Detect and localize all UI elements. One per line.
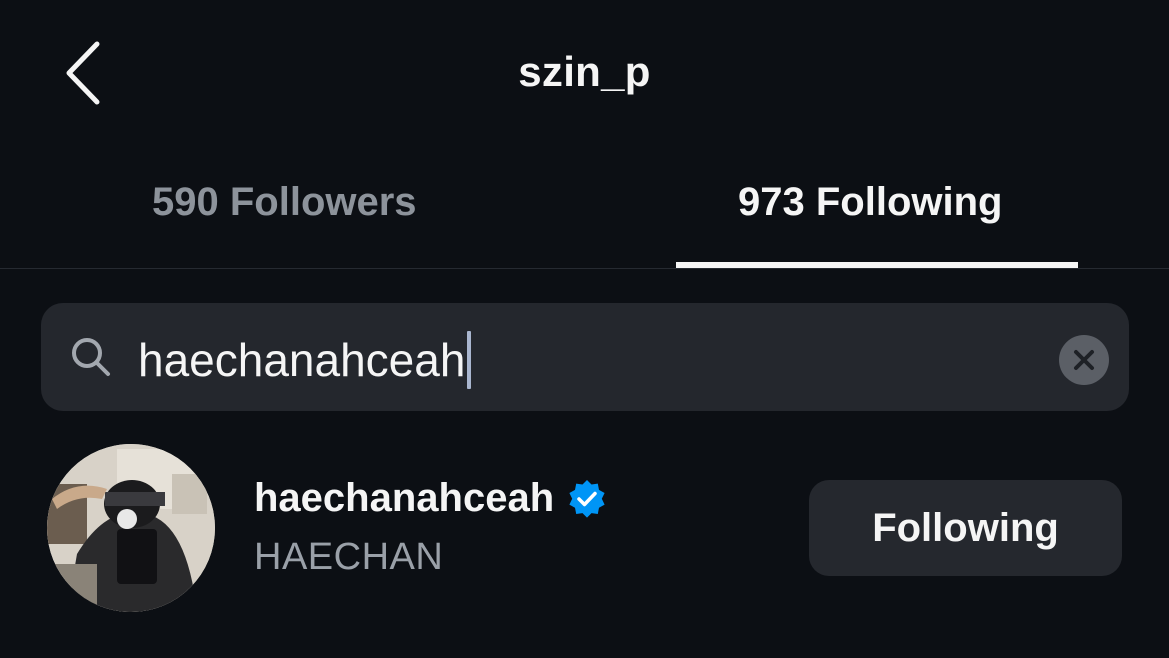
- clear-icon: [1074, 350, 1094, 370]
- clear-search-button[interactable]: [1059, 335, 1109, 385]
- text-caret: [467, 331, 472, 389]
- tabs-divider: [0, 268, 1169, 269]
- tab-bar: 590 Followers 973 Following: [0, 160, 1169, 270]
- page-title: szin_p: [518, 48, 651, 95]
- list-item[interactable]: haechanahceah HAECHAN Following: [0, 440, 1169, 620]
- verified-badge-icon: [569, 479, 605, 518]
- tab-following[interactable]: 973 Following: [738, 180, 1002, 225]
- full-name: HAECHAN: [254, 536, 444, 578]
- username[interactable]: haechanahceah: [254, 476, 554, 521]
- search-bar[interactable]: haechanahceah: [41, 303, 1129, 411]
- tab-followers[interactable]: 590 Followers: [152, 180, 417, 225]
- following-screen: szin_p 590 Followers 973 Following haech…: [0, 0, 1169, 658]
- avatar-image: [47, 444, 215, 612]
- search-query: haechanahceah: [138, 334, 466, 386]
- search-icon: [72, 338, 110, 376]
- username-line: haechanahceah: [254, 476, 608, 521]
- search-input[interactable]: haechanahceah: [138, 331, 472, 389]
- following-button[interactable]: Following: [809, 480, 1122, 576]
- avatar[interactable]: [47, 444, 215, 612]
